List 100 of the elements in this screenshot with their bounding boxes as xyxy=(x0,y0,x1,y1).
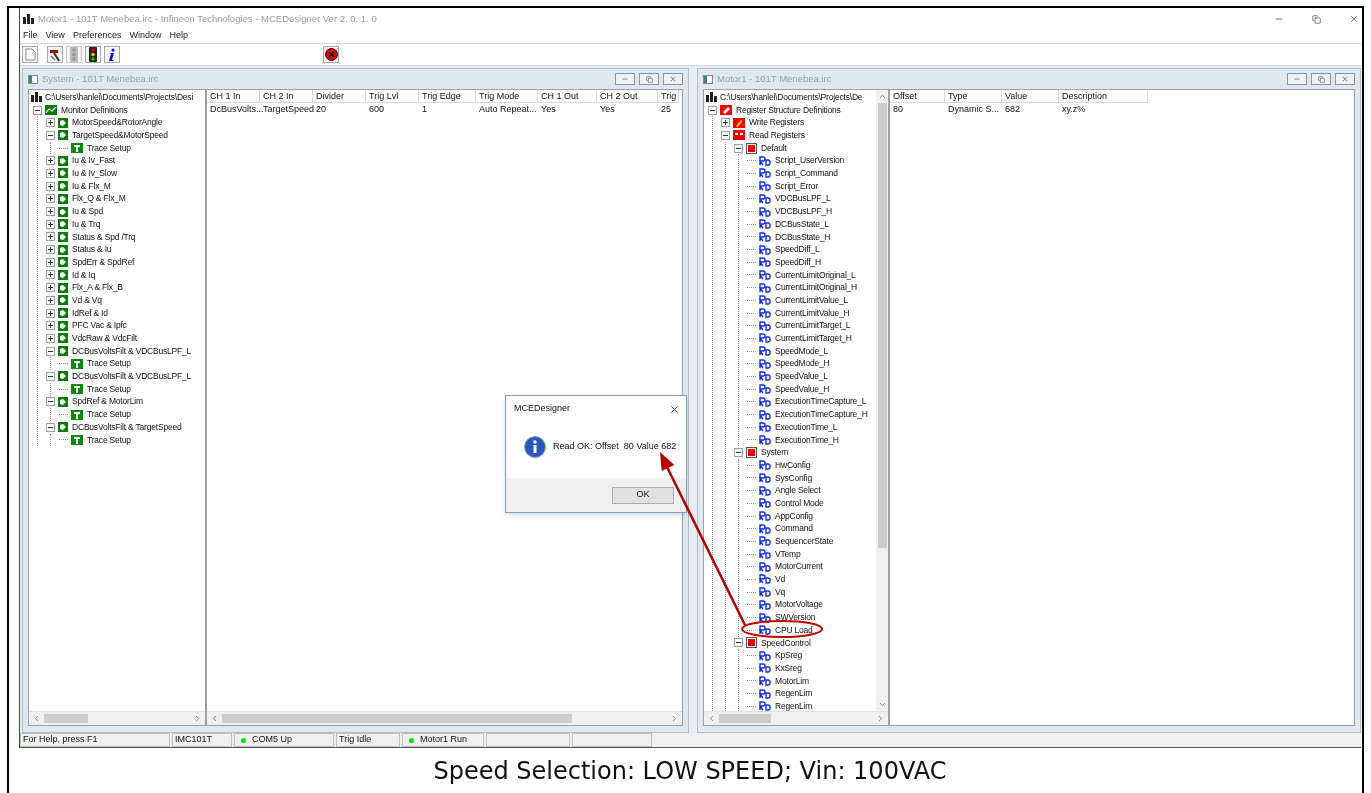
expand-toggle[interactable] xyxy=(708,105,717,115)
close-button[interactable] xyxy=(1335,73,1355,85)
menu-item[interactable]: Help xyxy=(169,29,188,43)
close-button[interactable] xyxy=(663,73,683,85)
scroll-thumb[interactable] xyxy=(877,103,887,548)
column-header[interactable]: Trig Mode xyxy=(476,90,538,103)
tree-item[interactable]: Write Registers xyxy=(748,116,805,130)
tree-item[interactable]: HwConfig xyxy=(774,458,812,472)
column-header[interactable]: CH 1 Out xyxy=(538,90,597,103)
restore-button[interactable] xyxy=(639,73,659,85)
tree-item[interactable]: Iu & Iv_Slow xyxy=(71,167,118,180)
tree-item[interactable]: DCBusVoltsFilt & VDCBusLPF_L xyxy=(71,370,193,383)
expand-toggle[interactable] xyxy=(46,257,55,267)
vertical-scrollbar[interactable] xyxy=(876,90,888,711)
tree-item[interactable]: Trace Setup xyxy=(86,357,132,371)
column-header[interactable]: Trig xyxy=(658,90,679,103)
tree-item[interactable]: ExecutionTime_L xyxy=(774,420,839,434)
tree-item[interactable]: Read Registers xyxy=(748,129,806,142)
horizontal-scrollbar[interactable] xyxy=(704,711,888,725)
expand-toggle[interactable] xyxy=(46,245,55,255)
tree-item[interactable]: MotorSpeed&RotorAngle xyxy=(71,116,164,130)
expand-toggle[interactable] xyxy=(46,295,55,305)
column-header[interactable]: CH 2 In xyxy=(260,90,313,103)
horizontal-scrollbar[interactable] xyxy=(29,711,205,725)
tree-item[interactable]: KpSreg xyxy=(774,649,804,662)
tree-item[interactable]: Iu & Flx_M xyxy=(71,179,112,193)
tree-item[interactable]: SpdRef & MotorLim xyxy=(71,395,144,409)
scroll-left-icon[interactable] xyxy=(707,714,716,723)
tree-item[interactable]: VDCBusLPF_H xyxy=(774,205,833,218)
tree-item[interactable]: MotorVoltage xyxy=(774,598,824,612)
tree-item[interactable]: Control Mode xyxy=(774,496,825,510)
tree-item[interactable]: Angle Select xyxy=(774,484,822,498)
tree-item[interactable]: ExecutionTimeCapture_L xyxy=(774,395,868,409)
tree-item[interactable]: KxSreg xyxy=(774,661,803,675)
tree-item[interactable]: Vd xyxy=(774,573,786,586)
tree-item[interactable]: CurrentLimitTarget_H xyxy=(774,332,853,345)
column-header[interactable]: Value xyxy=(1002,90,1059,103)
expand-toggle[interactable] xyxy=(46,422,55,432)
toolbar-button[interactable] xyxy=(47,46,63,63)
tree-item[interactable]: VdcRaw & VdcFilt xyxy=(71,332,138,345)
expand-toggle[interactable] xyxy=(46,346,55,356)
scroll-left-icon[interactable] xyxy=(210,714,219,723)
tree-item[interactable]: SpdErr & SpdRef xyxy=(71,255,136,269)
tree-item[interactable]: Trace Setup xyxy=(86,382,132,396)
scroll-thumb[interactable] xyxy=(44,714,88,723)
expand-toggle[interactable] xyxy=(46,207,55,217)
tree-item[interactable]: CurrentLimitTarget_L xyxy=(774,319,852,333)
expand-toggle[interactable] xyxy=(734,143,743,153)
tree-item[interactable]: Register Structure Definitions xyxy=(735,103,842,117)
tree-item[interactable]: C:\Users\hanlei\Documents\Projects\De xyxy=(720,90,863,104)
column-header[interactable]: CH 2 Out xyxy=(597,90,658,103)
tree-item[interactable]: Status & Spd /Trq xyxy=(71,230,137,244)
tree-item[interactable]: DCBusVoltsFilt & VDCBusLPF_L xyxy=(71,344,193,358)
tree-item[interactable]: SWVersion xyxy=(774,611,817,624)
column-header[interactable]: Divider xyxy=(313,90,366,103)
menu-item[interactable]: Window xyxy=(129,29,162,43)
restore-icon[interactable] xyxy=(1312,14,1321,24)
expand-toggle[interactable] xyxy=(46,270,55,280)
expand-toggle[interactable] xyxy=(721,130,730,140)
expand-toggle[interactable] xyxy=(46,397,55,407)
scroll-right-icon[interactable] xyxy=(193,714,202,723)
tree-item[interactable]: SpeedMode_H xyxy=(774,357,831,371)
tree-item[interactable]: SysConfig xyxy=(774,471,813,485)
tree-item[interactable]: SpeedDiff_L xyxy=(774,243,821,256)
expand-toggle[interactable] xyxy=(46,219,55,229)
tree-item[interactable]: CurrentLimitOriginal_L xyxy=(774,268,857,282)
tree-item[interactable]: Flx_Q & Flx_M xyxy=(71,192,127,206)
scroll-up-icon[interactable] xyxy=(877,92,887,101)
tree-item[interactable]: Trace Setup xyxy=(86,433,132,447)
scroll-thumb[interactable] xyxy=(222,714,572,723)
tree-item[interactable]: ExecutionTime_H xyxy=(774,433,840,447)
scroll-right-icon[interactable] xyxy=(670,714,679,723)
tree-item[interactable]: Vq xyxy=(774,585,786,599)
tree-item[interactable]: Script_Error xyxy=(774,179,819,193)
column-header[interactable]: CH 1 In xyxy=(207,90,260,103)
expand-toggle[interactable] xyxy=(33,105,42,115)
tree-item[interactable]: DCBusVoltsFilt & TargetSpeed xyxy=(71,420,183,434)
tree-item[interactable]: Monitor Definitions xyxy=(60,103,129,117)
scroll-right-icon[interactable] xyxy=(876,714,885,723)
tree-item[interactable]: DCBusState_H xyxy=(774,230,832,244)
tree-item[interactable]: Iu & Spd xyxy=(71,205,104,218)
tree-item[interactable]: C:\Users\hanlei\Documents\Projects\Desi xyxy=(45,90,194,104)
tree-item[interactable]: SpeedValue_H xyxy=(774,382,831,396)
expand-toggle[interactable] xyxy=(46,156,55,166)
tree-item[interactable]: CurrentLimitValue_L xyxy=(774,293,850,307)
tree-item[interactable]: CurrentLimitOriginal_H xyxy=(774,281,859,295)
expand-toggle[interactable] xyxy=(46,168,55,178)
toolbar-button[interactable] xyxy=(104,46,120,63)
toolbar-button[interactable] xyxy=(85,46,101,63)
scroll-left-icon[interactable] xyxy=(32,714,41,723)
expand-toggle[interactable] xyxy=(46,232,55,242)
tree-item[interactable]: VTemp xyxy=(774,547,802,561)
tree-item[interactable]: Trace Setup xyxy=(86,141,132,155)
tree-item[interactable]: SpeedDiff_H xyxy=(774,255,822,269)
tree-item[interactable]: TargetSpeed&MotorSpeed xyxy=(71,129,169,142)
tree-item[interactable]: VDCBusLPF_L xyxy=(774,192,832,206)
tree-item[interactable]: ExecutionTimeCapture_H xyxy=(774,408,869,421)
tree-item[interactable]: Flx_A & Flx_B xyxy=(71,281,124,295)
tree-item[interactable]: PFC Vac & Ipfc xyxy=(71,319,128,333)
scroll-thumb[interactable] xyxy=(719,714,771,723)
